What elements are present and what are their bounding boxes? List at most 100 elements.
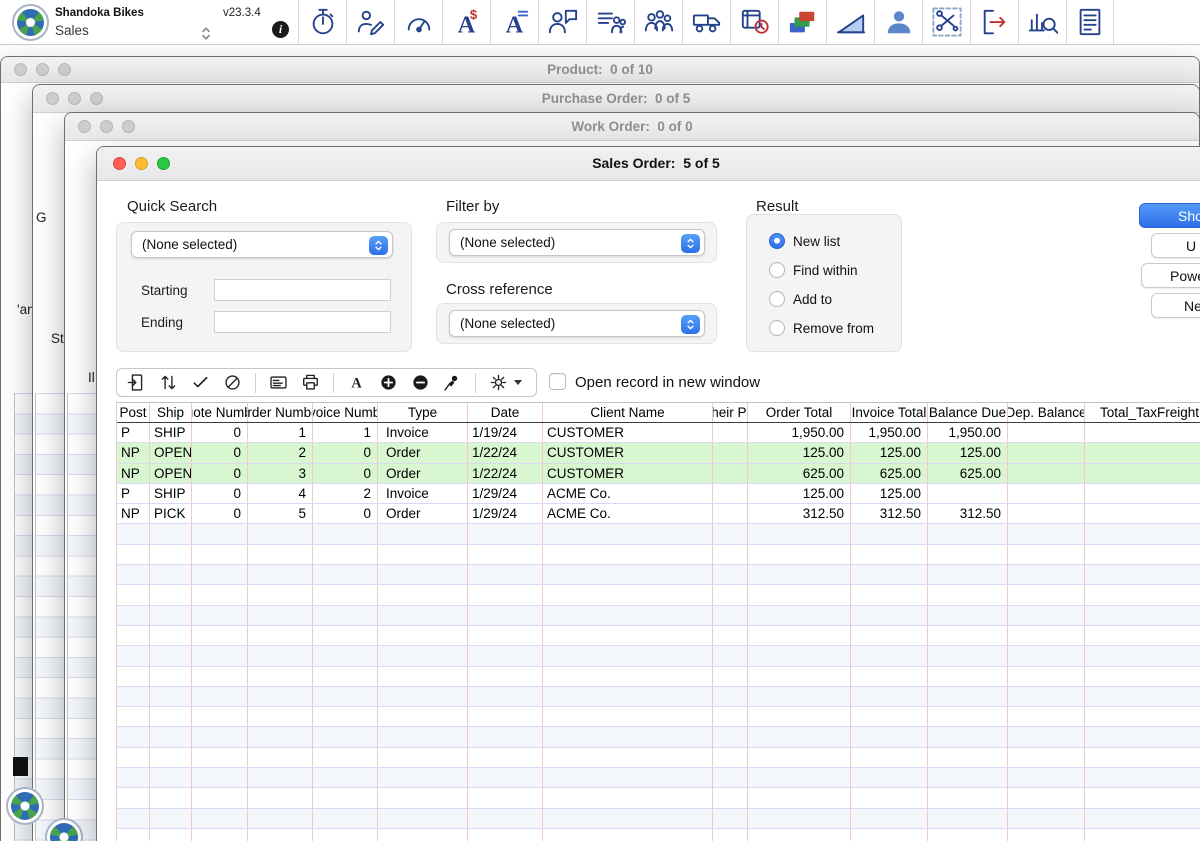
radio-icon[interactable] bbox=[769, 291, 785, 307]
table-cell bbox=[543, 748, 713, 767]
info-icon[interactable]: i bbox=[272, 21, 289, 38]
ban-icon[interactable] bbox=[223, 373, 242, 392]
sort-icon[interactable] bbox=[159, 373, 178, 392]
card-stack-icon[interactable] bbox=[778, 0, 826, 44]
person-icon[interactable] bbox=[874, 0, 922, 44]
button-sho[interactable]: Sho bbox=[1139, 203, 1200, 228]
clock-badge-icon[interactable] bbox=[730, 0, 778, 44]
table-cell bbox=[192, 707, 248, 726]
table-row[interactable]: NPOPEN030Order1/22/24CUSTOMER625.00625.0… bbox=[117, 464, 1200, 484]
stopwatch-icon[interactable] bbox=[298, 0, 346, 44]
column-header-order-total[interactable]: Order Total bbox=[748, 403, 851, 422]
table-cell bbox=[248, 748, 313, 767]
column-header-post[interactable]: Post bbox=[117, 403, 150, 422]
module-select[interactable]: Sales bbox=[55, 23, 89, 38]
table-cell bbox=[378, 585, 468, 604]
button-u[interactable]: U bbox=[1151, 233, 1200, 258]
title-bar[interactable]: Work Order: 0 of 0 bbox=[65, 113, 1199, 141]
print-icon[interactable] bbox=[301, 373, 320, 392]
table-cell: 1,950.00 bbox=[851, 423, 928, 442]
button-new[interactable]: New bbox=[1151, 293, 1200, 318]
table-cell bbox=[851, 748, 928, 767]
title-bar[interactable]: Purchase Order: 0 of 5 bbox=[33, 85, 1199, 113]
radio-icon[interactable] bbox=[769, 262, 785, 278]
truck-icon[interactable] bbox=[682, 0, 730, 44]
window-title: Purchase Order: 0 of 5 bbox=[33, 91, 1199, 106]
column-header-total-taxfreight[interactable]: Total_TaxFreight bbox=[1085, 403, 1200, 422]
table-cell bbox=[378, 667, 468, 686]
table-cell: 312.50 bbox=[851, 504, 928, 523]
table-row[interactable]: PSHIP011Invoice1/19/24CUSTOMER1,950.001,… bbox=[117, 423, 1200, 443]
person-edit-icon[interactable] bbox=[346, 0, 394, 44]
scissors-percent-icon[interactable] bbox=[922, 0, 970, 44]
table-cell bbox=[468, 687, 543, 706]
gauge-icon[interactable] bbox=[394, 0, 442, 44]
table-cell bbox=[248, 646, 313, 665]
table-cell bbox=[192, 809, 248, 828]
person-chat-icon[interactable] bbox=[538, 0, 586, 44]
column-header-order-number[interactable]: Order Number bbox=[248, 403, 313, 422]
table-cell bbox=[1008, 707, 1085, 726]
table-cell bbox=[1085, 504, 1200, 523]
add-icon[interactable] bbox=[379, 373, 398, 392]
table-row[interactable]: PSHIP042Invoice1/29/24ACME Co.125.00125.… bbox=[117, 484, 1200, 504]
column-header-date[interactable]: Date bbox=[468, 403, 543, 422]
format-a-icon[interactable]: A bbox=[347, 373, 366, 392]
ramp-chart-icon[interactable] bbox=[826, 0, 874, 44]
ending-input[interactable] bbox=[214, 311, 391, 333]
radio-new-list[interactable]: New list bbox=[769, 231, 840, 251]
table-cell bbox=[851, 565, 928, 584]
column-header-their-po[interactable]: Their PO bbox=[713, 403, 748, 422]
column-header-quote-number[interactable]: Quote Number bbox=[192, 403, 248, 422]
table-row[interactable]: NPPICK050Order1/29/24ACME Co.312.50312.5… bbox=[117, 504, 1200, 524]
table-cell bbox=[150, 768, 192, 787]
table-row[interactable]: NPOPEN020Order1/22/24CUSTOMER125.00125.0… bbox=[117, 443, 1200, 463]
column-header-invoice-number[interactable]: Invoice Number bbox=[313, 403, 378, 422]
table-cell: 5 bbox=[248, 504, 313, 523]
column-header-balance-due[interactable]: Balance Due bbox=[928, 403, 1008, 422]
chart-search-icon[interactable] bbox=[1018, 0, 1066, 44]
chevron-updown-icon[interactable] bbox=[199, 25, 213, 42]
open-record-checkbox[interactable] bbox=[549, 373, 566, 390]
table-cell bbox=[928, 484, 1008, 503]
new-record-icon[interactable] bbox=[127, 373, 146, 392]
table-cell: SHIP bbox=[150, 423, 192, 442]
a-tax-icon[interactable]: A bbox=[490, 0, 538, 44]
column-header-invoice-total[interactable]: Invoice Total bbox=[851, 403, 928, 422]
radio-icon[interactable] bbox=[769, 320, 785, 336]
column-header-dep-balance[interactable]: Dep. Balance bbox=[1008, 403, 1085, 422]
table-cell bbox=[928, 626, 1008, 645]
title-bar[interactable]: Product: 0 of 10 bbox=[1, 57, 1199, 83]
remove-icon[interactable] bbox=[411, 373, 430, 392]
table-cell bbox=[248, 626, 313, 645]
table-cell bbox=[378, 626, 468, 645]
table-cell bbox=[543, 585, 713, 604]
document-report-icon[interactable] bbox=[1066, 0, 1114, 44]
title-bar[interactable]: Sales Order: 5 of 5 bbox=[97, 147, 1200, 181]
radio-add-to[interactable]: Add to bbox=[769, 289, 832, 309]
column-header-client-name[interactable]: Client Name bbox=[543, 403, 713, 422]
cross-reference-dropdown[interactable]: (None selected) bbox=[449, 310, 705, 337]
filter-by-dropdown-value: (None selected) bbox=[460, 235, 555, 250]
radio-remove-from[interactable]: Remove from bbox=[769, 318, 874, 338]
button-power[interactable]: Power bbox=[1141, 263, 1200, 288]
table-cell: CUSTOMER bbox=[543, 423, 713, 442]
card-icon[interactable] bbox=[269, 373, 288, 392]
chevron-down-icon[interactable] bbox=[514, 380, 522, 385]
radio-icon[interactable] bbox=[769, 233, 785, 249]
starting-input[interactable] bbox=[214, 279, 391, 301]
column-header-ship[interactable]: Ship bbox=[150, 403, 192, 422]
radio-find-within[interactable]: Find within bbox=[769, 260, 858, 280]
exit-arrow-icon[interactable] bbox=[970, 0, 1018, 44]
check-icon[interactable] bbox=[191, 373, 210, 392]
people-list-icon[interactable] bbox=[586, 0, 634, 44]
table-cell bbox=[748, 727, 851, 746]
filter-by-dropdown[interactable]: (None selected) bbox=[449, 229, 705, 256]
pin-icon[interactable] bbox=[443, 373, 462, 392]
quick-search-dropdown[interactable]: (None selected) bbox=[131, 231, 393, 258]
a-dollar-icon[interactable]: A$ bbox=[442, 0, 490, 44]
people-group-icon[interactable] bbox=[634, 0, 682, 44]
table-cell bbox=[713, 504, 748, 523]
gear-icon[interactable] bbox=[489, 373, 508, 392]
column-header-type[interactable]: Type bbox=[378, 403, 468, 422]
